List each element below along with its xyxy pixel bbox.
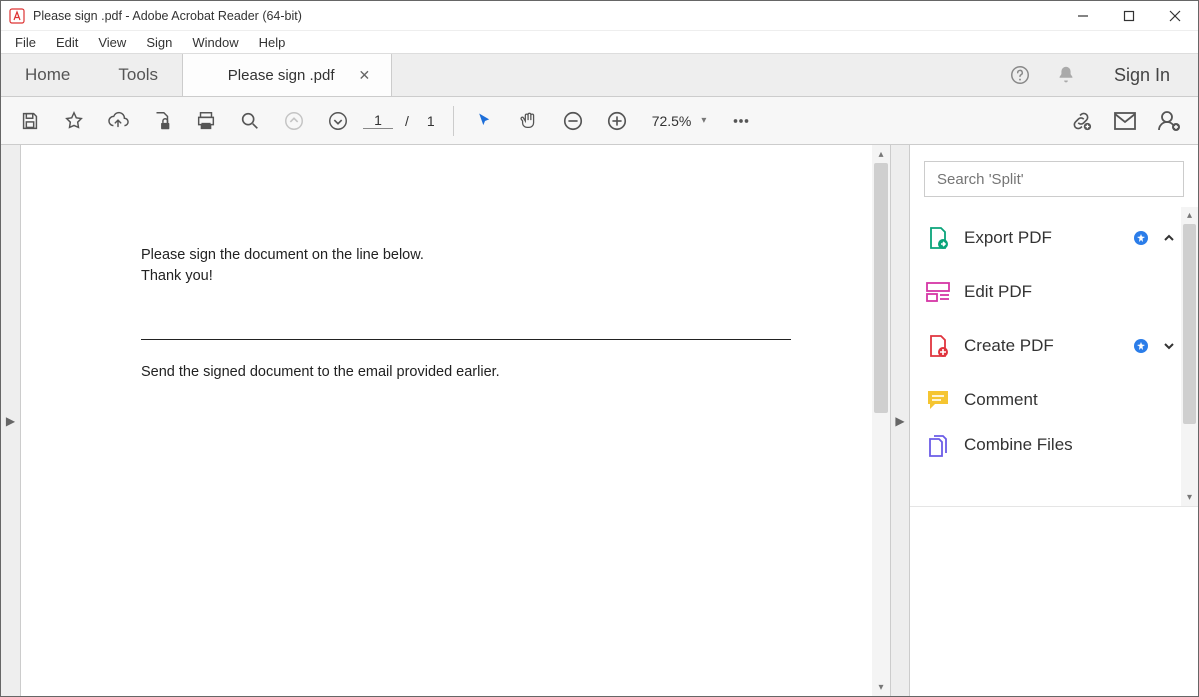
- chevron-right-icon: ▶: [6, 414, 15, 428]
- share-people-icon[interactable]: [1150, 102, 1188, 140]
- premium-badge-icon: [1134, 339, 1148, 353]
- print-icon[interactable]: [187, 102, 225, 140]
- toolbar: / 1 72.5% ▾: [1, 97, 1198, 145]
- tool-comment[interactable]: Comment: [910, 373, 1198, 427]
- tab-tools[interactable]: Tools: [94, 54, 182, 96]
- tools-panel: Export PDF Edit PDF Create PDF Comment: [910, 145, 1198, 696]
- tab-close-icon[interactable]: ✕: [359, 67, 371, 84]
- page-number-input[interactable]: [363, 112, 393, 129]
- chevron-right-icon: ▶: [895, 414, 904, 428]
- share-link-icon[interactable]: [1062, 102, 1100, 140]
- edit-pdf-icon: [926, 280, 950, 304]
- app-icon: [9, 8, 25, 24]
- scroll-down-icon[interactable]: ▾: [1181, 489, 1198, 506]
- caret-down-icon: ▾: [701, 115, 706, 126]
- minimize-button[interactable]: [1060, 1, 1106, 31]
- menu-window[interactable]: Window: [182, 33, 248, 52]
- chevron-down-icon: [1162, 339, 1180, 353]
- menu-file[interactable]: File: [5, 33, 46, 52]
- scroll-up-icon[interactable]: ▴: [872, 145, 890, 163]
- tools-search-input[interactable]: [924, 161, 1184, 197]
- sign-in-button[interactable]: Sign In: [1098, 65, 1186, 86]
- tool-export-pdf[interactable]: Export PDF: [910, 211, 1198, 265]
- window-title: Please sign .pdf - Adobe Acrobat Reader …: [33, 9, 1060, 23]
- zoom-in-icon[interactable]: [598, 102, 636, 140]
- scroll-thumb[interactable]: [1183, 224, 1196, 424]
- export-pdf-icon: [926, 226, 950, 250]
- tools-scrollbar[interactable]: ▴ ▾: [1181, 207, 1198, 506]
- menu-help[interactable]: Help: [249, 33, 296, 52]
- email-icon[interactable]: [1106, 102, 1144, 140]
- tab-document[interactable]: Please sign .pdf ✕: [182, 54, 392, 96]
- save-icon[interactable]: [11, 102, 49, 140]
- chevron-up-icon: [1162, 231, 1180, 245]
- page-down-icon[interactable]: [319, 102, 357, 140]
- page-separator: /: [399, 113, 415, 129]
- tool-label: Create PDF: [964, 336, 1116, 356]
- document-page: Please sign the document on the line bel…: [21, 145, 890, 403]
- panel-splitter[interactable]: ▶: [890, 145, 910, 696]
- zoom-out-icon[interactable]: [554, 102, 592, 140]
- page-up-icon[interactable]: [275, 102, 313, 140]
- tool-combine-files[interactable]: Combine Files: [910, 427, 1198, 467]
- left-nav-rail[interactable]: ▶: [1, 145, 21, 696]
- tool-edit-pdf[interactable]: Edit PDF: [910, 265, 1198, 319]
- menu-edit[interactable]: Edit: [46, 33, 88, 52]
- doc-text-line1: Please sign the document on the line bel…: [141, 245, 770, 266]
- close-button[interactable]: [1152, 1, 1198, 31]
- create-pdf-icon: [926, 334, 950, 358]
- panel-bottom-area: [910, 506, 1198, 696]
- main-area: ▶ Please sign the document on the line b…: [1, 145, 1198, 696]
- doc-text-line2: Thank you!: [141, 266, 770, 287]
- scroll-thumb[interactable]: [874, 163, 888, 413]
- scroll-up-icon[interactable]: ▴: [1181, 207, 1198, 224]
- tool-label: Edit PDF: [964, 282, 1180, 302]
- menubar: File Edit View Sign Window Help: [1, 31, 1198, 53]
- view-tabs-row: Home Tools Please sign .pdf ✕ Sign In: [1, 53, 1198, 97]
- premium-badge-icon: [1134, 231, 1148, 245]
- scroll-down-icon[interactable]: ▾: [872, 678, 890, 696]
- tool-label: Comment: [964, 390, 1180, 410]
- tool-label: Export PDF: [964, 228, 1116, 248]
- tool-create-pdf[interactable]: Create PDF: [910, 319, 1198, 373]
- doc-text-line3: Send the signed document to the email pr…: [141, 362, 770, 383]
- tool-label: Combine Files: [964, 435, 1180, 455]
- combine-files-icon: [926, 435, 950, 459]
- window-controls: [1060, 1, 1198, 31]
- tab-home[interactable]: Home: [1, 54, 94, 96]
- notifications-icon[interactable]: [1052, 61, 1080, 89]
- document-scrollbar[interactable]: ▴ ▾: [872, 145, 890, 696]
- menu-sign[interactable]: Sign: [136, 33, 182, 52]
- zoom-level-value: 72.5%: [652, 113, 692, 129]
- hand-tool-icon[interactable]: [510, 102, 548, 140]
- tab-document-label: Please sign .pdf: [228, 67, 335, 84]
- maximize-button[interactable]: [1106, 1, 1152, 31]
- help-icon[interactable]: [1006, 61, 1034, 89]
- signature-line: [141, 339, 791, 340]
- titlebar: Please sign .pdf - Adobe Acrobat Reader …: [1, 1, 1198, 31]
- tools-list: Export PDF Edit PDF Create PDF Comment: [910, 207, 1198, 506]
- selection-tool-icon[interactable]: [466, 102, 504, 140]
- document-viewport[interactable]: Please sign the document on the line bel…: [21, 145, 890, 696]
- page-lock-icon[interactable]: [143, 102, 181, 140]
- more-tools-icon[interactable]: [722, 102, 760, 140]
- zoom-level-dropdown[interactable]: 72.5% ▾: [642, 113, 717, 129]
- search-icon[interactable]: [231, 102, 269, 140]
- comment-icon: [926, 388, 950, 412]
- cloud-upload-icon[interactable]: [99, 102, 137, 140]
- star-icon[interactable]: [55, 102, 93, 140]
- page-total: 1: [421, 113, 441, 129]
- menu-view[interactable]: View: [88, 33, 136, 52]
